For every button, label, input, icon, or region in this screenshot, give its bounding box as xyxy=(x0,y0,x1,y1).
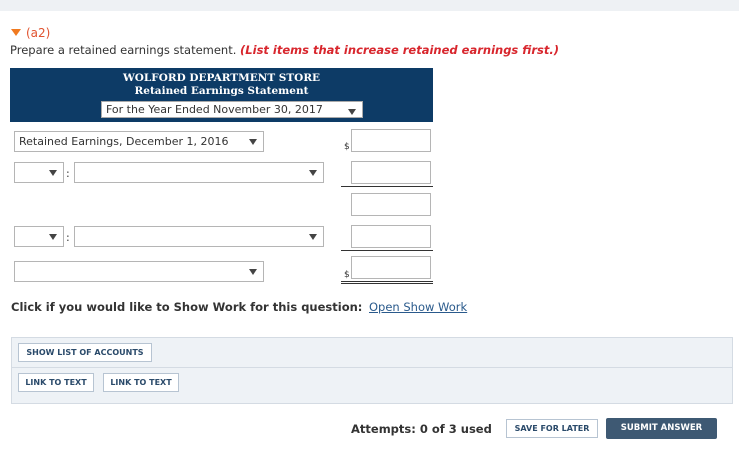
ending-balance-select[interactable] xyxy=(14,261,264,282)
double-underline-bottom xyxy=(341,283,433,284)
chevron-down-icon xyxy=(309,170,317,176)
section-header[interactable]: (a2) xyxy=(11,26,50,40)
amount-input-2[interactable] xyxy=(351,225,431,248)
open-show-work-link[interactable]: Open Show Work xyxy=(369,300,467,314)
chevron-down-icon xyxy=(49,170,57,176)
operator-select-1[interactable] xyxy=(14,162,64,183)
beginning-balance-select[interactable]: Retained Earnings, December 1, 2016 xyxy=(14,131,264,152)
colon: : xyxy=(66,167,70,180)
account-select-1[interactable] xyxy=(74,162,324,183)
section-label: (a2) xyxy=(26,26,51,40)
total-underline xyxy=(341,250,433,251)
period-select-value: For the Year Ended November 30, 2017 xyxy=(106,103,323,116)
attempts-counter: Attempts: 0 of 3 used xyxy=(351,422,492,436)
chevron-down-icon xyxy=(49,234,57,240)
account-select-2[interactable] xyxy=(74,226,324,247)
instructions-text: Prepare a retained earnings statement. xyxy=(10,43,241,57)
statement-title: Retained Earnings Statement xyxy=(134,85,309,97)
period-select[interactable]: For the Year Ended November 30, 2017 xyxy=(101,101,363,118)
statement-header: WOLFORD DEPARTMENT STORE Retained Earnin… xyxy=(10,68,433,122)
link-to-text-button-1[interactable]: LINK TO TEXT xyxy=(18,373,94,392)
beginning-balance-value: Retained Earnings, December 1, 2016 xyxy=(19,135,229,148)
instructions-note: (List items that increase retained earni… xyxy=(240,43,559,57)
instructions: Prepare a retained earnings statement. (… xyxy=(10,43,559,57)
dollar-sign: $ xyxy=(344,142,350,152)
ending-amount-input[interactable] xyxy=(351,256,431,279)
subtotal-underline xyxy=(341,186,433,187)
colon: : xyxy=(66,231,70,244)
amount-input-1[interactable] xyxy=(351,161,431,184)
operator-select-2[interactable] xyxy=(14,226,64,247)
dollar-sign: $ xyxy=(344,270,350,280)
chevron-down-icon xyxy=(249,269,257,275)
collapse-triangle-icon[interactable] xyxy=(11,29,21,36)
beginning-amount-input[interactable] xyxy=(351,129,431,152)
link-to-text-button-2[interactable]: LINK TO TEXT xyxy=(103,373,179,392)
company-name: WOLFORD DEPARTMENT STORE xyxy=(122,72,321,84)
chevron-down-icon xyxy=(249,139,257,145)
accounts-panel: SHOW LIST OF ACCOUNTS xyxy=(11,337,733,368)
show-list-of-accounts-button[interactable]: SHOW LIST OF ACCOUNTS xyxy=(18,343,152,362)
chevron-down-icon xyxy=(309,234,317,240)
subtotal-input[interactable] xyxy=(351,193,431,216)
links-panel: LINK TO TEXT LINK TO TEXT xyxy=(11,367,733,404)
save-for-later-button[interactable]: SAVE FOR LATER xyxy=(506,419,598,438)
chevron-down-icon xyxy=(348,109,356,115)
submit-answer-button[interactable]: SUBMIT ANSWER xyxy=(606,418,717,439)
top-strip xyxy=(0,0,739,11)
show-work-prompt: Click if you would like to Show Work for… xyxy=(11,300,363,314)
double-underline-top xyxy=(341,281,433,282)
